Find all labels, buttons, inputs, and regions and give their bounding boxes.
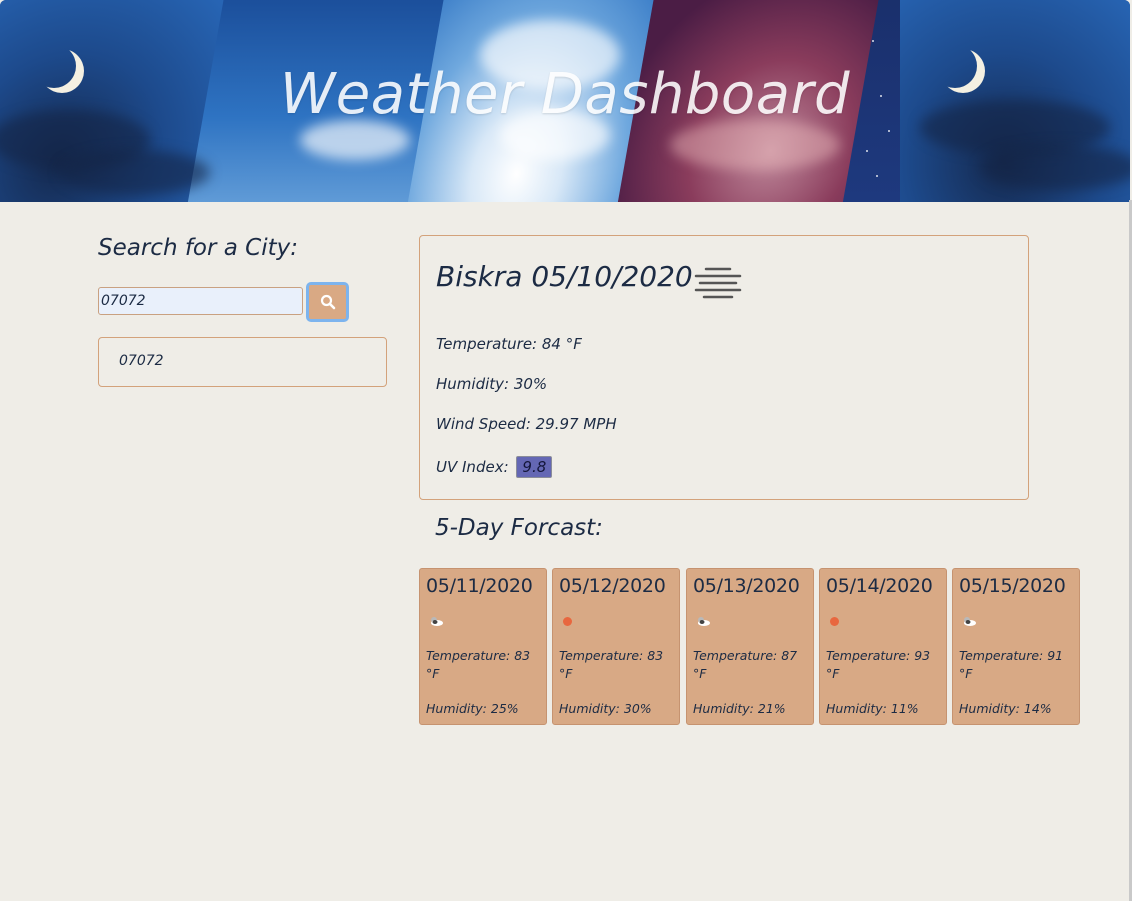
- forecast-date: 05/13/2020: [693, 575, 800, 597]
- pink-cloud: [670, 120, 840, 170]
- sun-icon: [827, 614, 845, 628]
- forecast-temperature: Temperature: 87 °F: [693, 648, 798, 681]
- star: [866, 150, 868, 152]
- forecast-temperature: Temperature: 83 °F: [426, 648, 531, 681]
- forecast-date: 05/15/2020: [959, 575, 1066, 597]
- page-title: Weather Dashboard: [279, 62, 851, 127]
- current-humidity: Humidity: 30%: [436, 375, 548, 393]
- partly-cloudy-icon: [431, 617, 443, 626]
- forecast-humidity: Humidity: 14%: [959, 701, 1052, 716]
- current-weather-card: Biskra 05/10/2020 Temperature: 84 °F Hum…: [419, 235, 1029, 500]
- sun-icon: [560, 614, 578, 628]
- forecast-card: 05/12/2020 Temperature: 83 °F Humidity: …: [552, 568, 680, 725]
- dark-cloud: [60, 150, 210, 195]
- forecast-temperature: Temperature: 83 °F: [559, 648, 664, 681]
- search-heading: Search for a City:: [98, 235, 299, 261]
- forecast-humidity: Humidity: 30%: [559, 701, 652, 716]
- forecast-temperature: Temperature: 91 °F: [959, 648, 1064, 681]
- star: [876, 175, 878, 177]
- current-uv-index: UV Index: 9.8: [436, 456, 553, 478]
- partly-cloudy-icon: [698, 617, 710, 626]
- forecast-card: 05/14/2020 Temperature: 93 °F Humidity: …: [819, 568, 947, 725]
- forecast-humidity: Humidity: 11%: [826, 701, 919, 716]
- mist-icon: [694, 267, 742, 299]
- forecast-date: 05/12/2020: [559, 575, 666, 597]
- forecast-date: 05/11/2020: [426, 575, 533, 597]
- current-temperature: Temperature: 84 °F: [436, 335, 582, 353]
- forecast-humidity: Humidity: 25%: [426, 701, 519, 716]
- city-search-input[interactable]: [98, 287, 303, 315]
- forecast-heading: 5-Day Forcast:: [435, 515, 603, 541]
- header-banner: Weather Dashboard: [0, 0, 1130, 202]
- star: [872, 40, 874, 42]
- search-icon: [320, 294, 335, 310]
- forecast-humidity: Humidity: 21%: [693, 701, 786, 716]
- uv-index-badge: 9.8: [516, 456, 553, 478]
- partly-cloudy-icon: [964, 617, 976, 626]
- current-city-date: Biskra 05/10/2020: [436, 260, 693, 293]
- forecast-card: 05/13/2020 Temperature: 87 °F Humidity: …: [686, 568, 814, 725]
- forecast-card: 05/15/2020 Temperature: 91 °F Humidity: …: [952, 568, 1080, 725]
- forecast-temperature: Temperature: 93 °F: [826, 648, 931, 681]
- star: [888, 130, 890, 132]
- search-history-item[interactable]: 07072: [98, 337, 387, 387]
- dark-cloud: [980, 145, 1130, 190]
- forecast-card: 05/11/2020 Temperature: 83 °F Humidity: …: [419, 568, 547, 725]
- search-button[interactable]: [306, 282, 349, 322]
- uv-index-label: UV Index:: [436, 458, 509, 476]
- forecast-date: 05/14/2020: [826, 575, 933, 597]
- current-wind-speed: Wind Speed: 29.97 MPH: [436, 415, 617, 433]
